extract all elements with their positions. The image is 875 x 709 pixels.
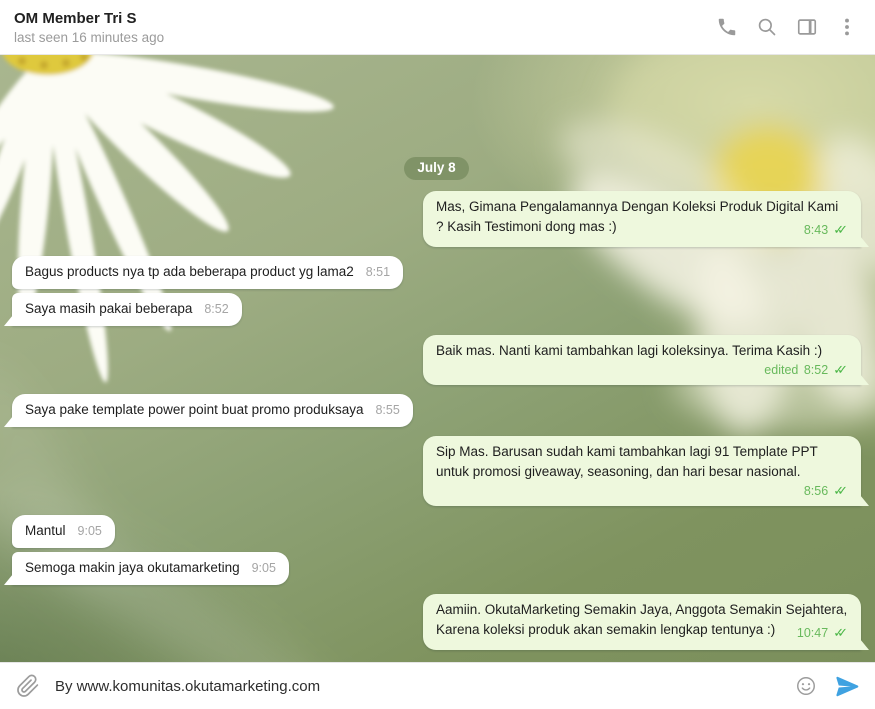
- paperclip-icon: [16, 674, 40, 698]
- message-list: July 8 Mas, Gimana Pengalamannya Dengan …: [0, 55, 875, 662]
- message-row: Mantul 9:05: [12, 515, 861, 548]
- more-options-button[interactable]: [835, 15, 859, 39]
- message-text: Mantul: [25, 523, 66, 538]
- message-text: Saya pake template power point buat prom…: [25, 402, 363, 417]
- incoming-message[interactable]: Semoga makin jaya okutamarketing 9:05: [12, 552, 289, 585]
- date-row: July 8: [12, 157, 861, 180]
- outgoing-message[interactable]: Aamiin. OkutaMarketing Semakin Jaya, Ang…: [423, 594, 861, 650]
- chat-header: OM Member Tri S last seen 16 minutes ago: [0, 0, 875, 55]
- read-checkmarks-icon: ✓✓: [833, 222, 848, 237]
- message-time: 8:52: [804, 363, 828, 377]
- message-time: 8:43: [804, 223, 828, 237]
- message-text: Saya masih pakai beberapa: [25, 301, 192, 316]
- message-text: Aamiin. OkutaMarketing Semakin Jaya, Ang…: [436, 602, 847, 637]
- attach-file-button[interactable]: [16, 674, 40, 698]
- message-meta: 8:51: [366, 265, 390, 279]
- message-time: 9:05: [252, 561, 276, 575]
- message-row: Mas, Gimana Pengalamannya Dengan Koleksi…: [12, 191, 861, 247]
- message-text: Baik mas. Nanti kami tambahkan lagi kole…: [436, 343, 822, 358]
- message-row: Sip Mas. Barusan sudah kami tambahkan la…: [12, 436, 861, 506]
- message-meta: 8:52: [204, 302, 228, 316]
- message-row: Bagus products nya tp ada beberapa produ…: [12, 256, 861, 289]
- message-meta: 8:56 ✓✓: [436, 483, 848, 499]
- message-meta: 9:05: [78, 524, 102, 538]
- peer-info[interactable]: OM Member Tri S last seen 16 minutes ago: [14, 9, 715, 46]
- message-text: Semoga makin jaya okutamarketing: [25, 560, 240, 575]
- phone-icon: [716, 16, 738, 38]
- read-checkmarks-icon: ✓✓: [833, 625, 848, 640]
- telegram-window: OM Member Tri S last seen 16 minutes ago: [0, 0, 875, 709]
- message-time: 8:51: [366, 265, 390, 279]
- toggle-columns-icon: [796, 16, 818, 38]
- search-button[interactable]: [755, 15, 779, 39]
- message-time: 8:55: [375, 403, 399, 417]
- incoming-message[interactable]: Mantul 9:05: [12, 515, 115, 548]
- emoji-button[interactable]: [794, 674, 818, 698]
- message-row: Saya pake template power point buat prom…: [12, 394, 861, 427]
- edited-label: edited: [764, 363, 798, 377]
- message-row: Baik mas. Nanti kami tambahkan lagi kole…: [12, 335, 861, 385]
- message-row: Aamiin. OkutaMarketing Semakin Jaya, Ang…: [12, 594, 861, 650]
- message-meta: edited 8:52 ✓✓: [436, 362, 848, 378]
- outgoing-message[interactable]: Sip Mas. Barusan sudah kami tambahkan la…: [423, 436, 861, 506]
- message-time: 9:05: [78, 524, 102, 538]
- send-icon: [834, 673, 861, 700]
- toggle-columns-button[interactable]: [795, 15, 819, 39]
- date-badge: July 8: [404, 157, 468, 180]
- phone-call-button[interactable]: [715, 15, 739, 39]
- message-time: 8:56: [804, 484, 828, 498]
- message-composer: [0, 662, 875, 709]
- message-meta: 10:47 ✓✓: [797, 623, 848, 643]
- message-time: 8:52: [204, 302, 228, 316]
- header-actions: [715, 15, 859, 39]
- outgoing-message[interactable]: Mas, Gimana Pengalamannya Dengan Koleksi…: [423, 191, 861, 247]
- message-text: Bagus products nya tp ada beberapa produ…: [25, 264, 354, 279]
- search-icon: [756, 16, 778, 38]
- incoming-message[interactable]: Saya pake template power point buat prom…: [12, 394, 413, 427]
- message-meta: 9:05: [252, 561, 276, 575]
- chat-area: July 8 Mas, Gimana Pengalamannya Dengan …: [0, 55, 875, 662]
- peer-last-seen: last seen 16 minutes ago: [14, 29, 715, 46]
- message-text: Mas, Gimana Pengalamannya Dengan Koleksi…: [436, 199, 838, 234]
- read-checkmarks-icon: ✓✓: [833, 483, 848, 498]
- incoming-message[interactable]: Saya masih pakai beberapa 8:52: [12, 293, 242, 326]
- message-row: Semoga makin jaya okutamarketing 9:05: [12, 552, 861, 585]
- message-meta: 8:55: [375, 403, 399, 417]
- message-row: Saya masih pakai beberapa 8:52: [12, 293, 861, 326]
- outgoing-message[interactable]: Baik mas. Nanti kami tambahkan lagi kole…: [423, 335, 861, 385]
- message-input[interactable]: [55, 678, 779, 695]
- message-text: Sip Mas. Barusan sudah kami tambahkan la…: [436, 444, 817, 479]
- send-button[interactable]: [833, 672, 861, 700]
- message-meta: 8:43 ✓✓: [804, 220, 848, 240]
- message-time: 10:47: [797, 626, 828, 640]
- emoji-icon: [795, 675, 817, 697]
- more-options-icon: [836, 16, 858, 38]
- peer-title: OM Member Tri S: [14, 9, 715, 28]
- incoming-message[interactable]: Bagus products nya tp ada beberapa produ…: [12, 256, 403, 289]
- read-checkmarks-icon: ✓✓: [833, 362, 848, 377]
